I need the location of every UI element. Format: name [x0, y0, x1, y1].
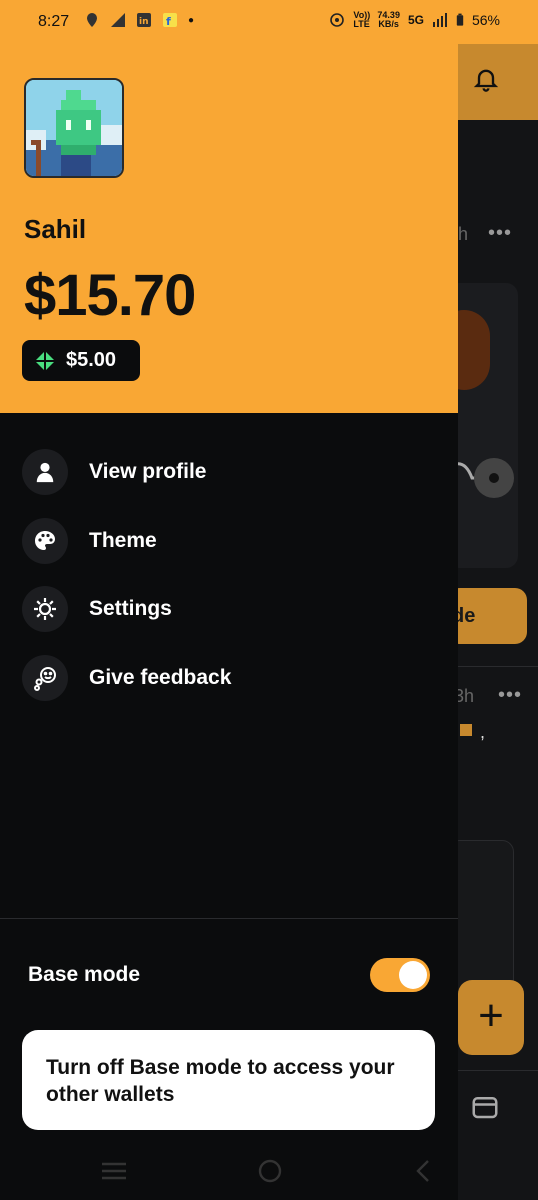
volte-indicator: Vo)) LTE — [353, 10, 371, 29]
base-mode-toggle[interactable] — [370, 958, 430, 992]
background-divider — [458, 666, 538, 667]
home-icon[interactable] — [256, 1158, 284, 1184]
menu-label: View profile — [89, 460, 207, 483]
slider-handle[interactable] — [474, 458, 514, 498]
base-mode-label: Base mode — [28, 963, 141, 986]
side-drawer: Sahil $15.70 $5.00 View profile Theme Se… — [0, 0, 458, 1200]
comma-text: , — [480, 722, 486, 742]
flipkart-icon: f — [163, 13, 177, 28]
trade-button[interactable]: Trade — [458, 588, 527, 644]
base-mode-toast: Turn off Base mode to access your other … — [22, 1030, 435, 1130]
gear-icon — [22, 586, 68, 632]
wallet-tab-icon[interactable] — [470, 1092, 500, 1122]
menu-label: Give feedback — [89, 665, 232, 689]
palette-icon — [22, 517, 68, 564]
notification-icons: in f ● — [84, 12, 194, 28]
background-nav-divider — [458, 1070, 538, 1071]
wallet-balance: $15.70 — [24, 263, 196, 328]
menu-item-give-feedback[interactable]: Give feedback — [22, 654, 422, 701]
dot-icon: ● — [188, 14, 195, 26]
signal-bars-icon — [432, 13, 447, 27]
drawer-menu: View profile Theme Settings Give feedbac… — [22, 449, 422, 723]
diamond-icon — [35, 350, 55, 371]
network-speed: 74.39 KB/s — [377, 11, 400, 29]
menu-label: Settings — [89, 597, 172, 620]
background-app: h ••• Trade 3h ••• , + — [458, 0, 538, 1200]
drawer-header: Sahil $15.70 $5.00 — [0, 0, 458, 413]
person-icon — [22, 449, 68, 495]
drawer-divider — [0, 918, 458, 919]
background-avatar — [458, 310, 490, 390]
secondary-balance: $5.00 — [66, 349, 117, 371]
bell-icon[interactable] — [472, 64, 500, 94]
back-icon[interactable] — [410, 1158, 438, 1184]
toggle-knob — [399, 961, 427, 989]
status-time: 8:27 — [38, 13, 70, 30]
menu-item-settings[interactable]: Settings — [22, 586, 422, 632]
token-square-icon — [460, 724, 472, 736]
background-card-2 — [458, 840, 514, 1000]
network-type: 5G — [407, 13, 424, 27]
secondary-balance-badge[interactable]: $5.00 — [22, 340, 140, 381]
menu-label: Theme — [89, 528, 157, 552]
svg-text:in: in — [139, 17, 149, 27]
linkedin-icon: in — [137, 13, 151, 27]
menu-item-theme[interactable]: Theme — [22, 517, 422, 564]
more-options-icon-2[interactable]: ••• — [498, 684, 522, 707]
time-ago-label-2: 3h — [458, 686, 475, 706]
status-bar: 8:27 in f ● Vo)) LTE 74.39 KB/s 5G 56% — [0, 0, 538, 44]
system-nav-bar — [0, 1140, 538, 1200]
time-ago-label: h — [458, 224, 469, 244]
feedback-icon — [22, 654, 68, 701]
signal-icon — [111, 13, 125, 27]
add-button[interactable]: + — [458, 980, 524, 1055]
username: Sahil — [24, 214, 87, 244]
battery-icon — [456, 13, 464, 26]
swiggy-icon — [87, 13, 97, 27]
pixel-character-icon — [26, 80, 122, 176]
network-speed-unit: KB/s — [378, 19, 399, 29]
status-right: Vo)) LTE 74.39 KB/s 5G 56% — [329, 11, 500, 29]
hotspot-icon — [330, 13, 345, 27]
svg-text:f: f — [166, 15, 171, 28]
background-header — [458, 44, 538, 120]
recents-icon[interactable] — [100, 1158, 128, 1184]
avatar[interactable] — [24, 78, 124, 178]
more-options-icon[interactable]: ••• — [488, 222, 512, 245]
trade-label: Trade — [458, 605, 476, 627]
menu-item-view-profile[interactable]: View profile — [22, 449, 422, 495]
battery-level: 56% — [471, 12, 500, 28]
